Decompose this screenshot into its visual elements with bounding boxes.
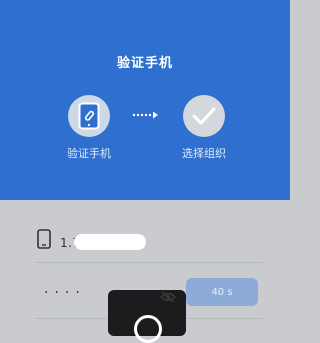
mobile-phone-icon bbox=[37, 229, 51, 249]
phone-link-icon bbox=[78, 102, 100, 130]
eye-hidden-icon[interactable] bbox=[160, 291, 176, 303]
step-verify-phone bbox=[68, 95, 110, 137]
step-connector bbox=[132, 111, 158, 119]
verification-code-input[interactable]: ···· bbox=[44, 286, 86, 300]
divider bbox=[35, 262, 263, 263]
check-icon bbox=[192, 107, 216, 125]
page-title: 验证手机 bbox=[116, 56, 173, 71]
resend-code-countdown-button[interactable]: 40 s bbox=[186, 278, 258, 306]
step-select-organization-label: 选择组织 bbox=[182, 147, 226, 160]
step-verify-phone-label: 验证手机 bbox=[67, 147, 111, 160]
step-select-organization bbox=[183, 95, 225, 137]
redaction-mark bbox=[74, 234, 146, 250]
header-banner: 验证手机 验证手机 选择组织 bbox=[0, 0, 290, 200]
camera-lens-icon bbox=[134, 315, 162, 343]
